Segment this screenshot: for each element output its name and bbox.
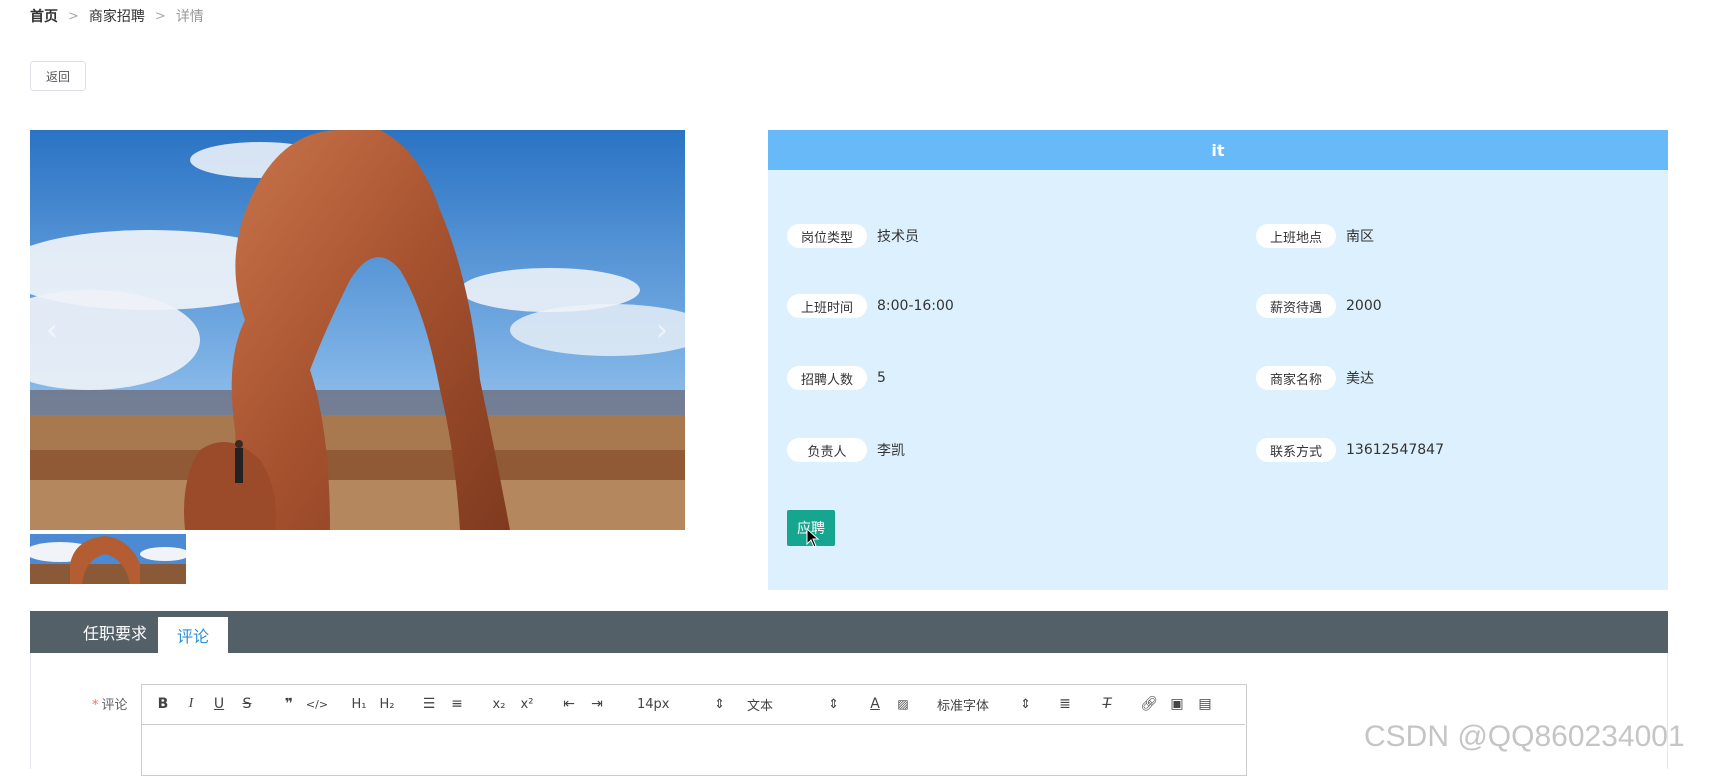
italic-icon[interactable]: I <box>177 692 205 716</box>
field-label: 薪资待遇 <box>1256 294 1336 318</box>
field-contact-person: 负责人 李凯 <box>787 438 905 462</box>
field-merchant-name: 商家名称 美达 <box>1256 366 1374 390</box>
field-label: 招聘人数 <box>787 366 867 390</box>
font-size-select[interactable]: 14px ⇕ <box>633 692 729 716</box>
breadcrumb-current: 详情 <box>175 9 204 25</box>
field-value: 南区 <box>1346 229 1374 245</box>
arch-photo <box>30 130 685 530</box>
strike-icon[interactable]: S <box>233 692 261 716</box>
subscript-icon[interactable]: x₂ <box>485 692 513 716</box>
field-label: 岗位类型 <box>787 224 867 248</box>
mouse-cursor-icon <box>806 527 820 552</box>
field-label: 商家名称 <box>1256 366 1336 390</box>
header-value: 文本 <box>747 698 774 714</box>
bold-icon[interactable]: B <box>149 692 177 716</box>
tabs-bar <box>30 611 1668 653</box>
comment-label-text: 评论 <box>101 698 128 713</box>
code-icon[interactable]: </> <box>303 692 331 716</box>
header-select[interactable]: 文本 ⇕ <box>743 692 843 716</box>
underline-icon[interactable]: U <box>205 692 233 716</box>
image-carousel[interactable] <box>30 130 685 530</box>
indent-icon[interactable]: ⇥ <box>583 692 611 716</box>
breadcrumb-section[interactable]: 商家招聘 <box>89 6 145 26</box>
field-contact-phone: 联系方式 13612547847 <box>1256 438 1444 462</box>
align-icon[interactable]: ≣ <box>1051 692 1079 716</box>
field-salary: 薪资待遇 2000 <box>1256 294 1382 318</box>
font-size-value: 14px <box>637 696 670 712</box>
tab-requirements[interactable]: 任职要求 <box>60 611 170 653</box>
breadcrumb-home[interactable]: 首页 <box>30 6 58 26</box>
comment-label: * 评论 <box>92 694 128 713</box>
tab-comments[interactable]: 评论 <box>158 617 228 653</box>
video-icon[interactable]: ▤ <box>1191 692 1219 716</box>
field-job-type: 岗位类型 技术员 <box>787 224 919 248</box>
carousel-prev-icon[interactable]: ‹ <box>40 310 64 350</box>
field-value: 2000 <box>1346 298 1382 314</box>
outdent-icon[interactable]: ⇤ <box>555 692 583 716</box>
clear-format-icon[interactable]: T̶ <box>1093 692 1121 716</box>
blockquote-icon[interactable]: ❞ <box>275 692 303 716</box>
job-title: it <box>768 130 1668 170</box>
editor-toolbar: B I U S ❞ </> H₁ H₂ ☰ ≡ x₂ x² ⇤ ⇥ 14px ⇕… <box>141 684 1245 725</box>
job-info-panel <box>768 130 1668 590</box>
field-value: 技术员 <box>877 229 919 245</box>
field-value: 13612547847 <box>1346 442 1444 458</box>
select-arrows-icon: ⇕ <box>828 696 839 712</box>
field-label: 负责人 <box>787 438 867 462</box>
text-color-icon[interactable]: A <box>861 692 889 716</box>
field-work-hours: 上班时间 8:00-16:00 <box>787 294 954 318</box>
back-button[interactable]: 返回 <box>30 61 86 91</box>
image-icon[interactable]: ▣ <box>1163 692 1191 716</box>
ordered-list-icon[interactable]: ☰ <box>415 692 443 716</box>
watermark: CSDN @QQ860234001 <box>1364 720 1685 753</box>
font-family-value: 标准字体 <box>937 698 990 714</box>
field-headcount: 招聘人数 5 <box>787 366 886 390</box>
select-arrows-icon: ⇕ <box>1020 696 1031 712</box>
bullet-list-icon[interactable]: ≡ <box>443 692 471 716</box>
field-value: 美达 <box>1346 371 1374 387</box>
field-value: 8:00-16:00 <box>877 298 954 314</box>
field-label: 联系方式 <box>1256 438 1336 462</box>
h2-icon[interactable]: H₂ <box>373 692 401 716</box>
required-mark: * <box>92 698 99 713</box>
carousel-next-icon[interactable]: › <box>650 310 674 350</box>
h1-icon[interactable]: H₁ <box>345 692 373 716</box>
field-value: 5 <box>877 370 886 386</box>
carousel-thumbnail[interactable] <box>30 534 186 584</box>
select-arrows-icon: ⇕ <box>714 696 725 712</box>
breadcrumb-separator: > <box>154 8 166 24</box>
field-work-location: 上班地点 南区 <box>1256 224 1374 248</box>
arch-thumbnail <box>30 534 186 584</box>
breadcrumb: 首页 > 商家招聘 > 详情 <box>30 6 204 26</box>
field-label: 上班地点 <box>1256 224 1336 248</box>
breadcrumb-separator: > <box>68 8 79 24</box>
field-value: 李凯 <box>877 443 905 459</box>
link-icon[interactable]: 🔗︎ <box>1135 692 1163 716</box>
superscript-icon[interactable]: x² <box>513 692 541 716</box>
font-family-select[interactable]: 标准字体 ⇕ <box>933 692 1035 716</box>
background-color-icon[interactable]: ▨ <box>889 692 917 716</box>
field-label: 上班时间 <box>787 294 867 318</box>
